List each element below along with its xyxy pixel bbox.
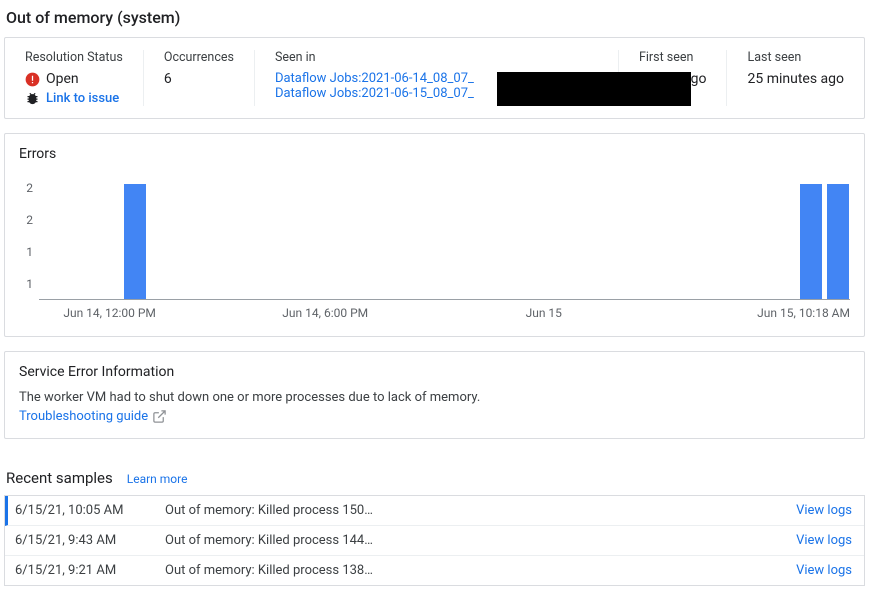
errors-card: Errors 2 2 1 1 Jun 14, 12:00 PM Jun 14, 6:00… [4, 133, 865, 337]
sample-message: Out of memory: Killed process 144… [165, 533, 796, 548]
last-seen-col: Last seen 25 minutes ago [727, 50, 864, 106]
service-error-heading: Service Error Information [19, 364, 850, 380]
status-value: Open [46, 71, 79, 87]
service-error-text: The worker VM had to shut down one or mo… [19, 390, 850, 405]
occurrences-value: 6 [164, 71, 234, 87]
occurrences-col: Occurrences 6 [144, 50, 255, 106]
troubleshooting-guide-label: Troubleshooting guide [19, 409, 148, 424]
occurrences-label: Occurrences [164, 50, 234, 65]
recent-samples-header: Recent samples Learn more [6, 469, 865, 487]
chart-y-tick: 2 [19, 213, 33, 227]
last-seen-label: Last seen [747, 50, 844, 65]
sample-message: Out of memory: Killed process 138… [165, 563, 796, 578]
chart-bar [124, 184, 146, 299]
learn-more-link[interactable]: Learn more [127, 472, 188, 486]
resolution-status-col: Resolution Status Open Link to issue [5, 50, 144, 106]
errors-chart: 2 2 1 1 [19, 172, 850, 300]
chart-bar [800, 184, 822, 299]
service-error-card: Service Error Information The worker VM … [4, 351, 865, 439]
sample-timestamp: 6/15/21, 9:21 AM [15, 563, 165, 578]
errors-title: Errors [19, 146, 850, 162]
external-link-icon [152, 409, 167, 424]
view-logs-link[interactable]: View logs [796, 533, 852, 548]
sample-timestamp: 6/15/21, 10:05 AM [15, 503, 165, 518]
chart-x-axis: Jun 14, 12:00 PM Jun 14, 6:00 PM Jun 15 Jun… [39, 306, 850, 322]
chart-y-tick: 1 [19, 277, 33, 291]
chart-x-tick: Jun 15 [526, 306, 562, 320]
chart-y-tick: 1 [19, 245, 33, 259]
sample-row: 6/15/21, 9:43 AMOut of memory: Killed pr… [5, 526, 864, 556]
view-logs-link[interactable]: View logs [796, 503, 852, 518]
bug-icon [25, 91, 40, 106]
sample-message: Out of memory: Killed process 150… [165, 503, 796, 518]
chart-y-axis: 2 2 1 1 [19, 172, 39, 300]
error-icon [25, 72, 40, 87]
redacted-block [497, 72, 691, 106]
view-logs-link[interactable]: View logs [796, 563, 852, 578]
link-to-issue[interactable]: Link to issue [46, 91, 119, 106]
last-seen-value: 25 minutes ago [747, 71, 844, 87]
page-title: Out of memory (system) [6, 8, 865, 27]
chart-x-tick: Jun 14, 6:00 PM [282, 306, 368, 320]
sample-timestamp: 6/15/21, 9:43 AM [15, 533, 165, 548]
sample-row: 6/15/21, 9:21 AMOut of memory: Killed pr… [5, 556, 864, 585]
recent-samples-heading: Recent samples [6, 469, 113, 487]
first-seen-label: First seen [639, 50, 707, 65]
seen-in-label: Seen in [275, 50, 598, 65]
resolution-status-label: Resolution Status [25, 50, 123, 65]
sample-row: 6/15/21, 10:05 AMOut of memory: Killed p… [5, 496, 864, 526]
recent-samples-list: 6/15/21, 10:05 AMOut of memory: Killed p… [4, 495, 865, 586]
chart-x-tick: Jun 14, 12:00 PM [63, 306, 156, 320]
seen-in-col: Seen in Dataflow Jobs:2021-06-14_08_07_ … [255, 50, 619, 106]
chart-bar [827, 184, 849, 299]
chart-y-tick: 2 [19, 181, 33, 195]
chart-x-tick: Jun 15, 10:18 AM [757, 306, 850, 320]
summary-card: Resolution Status Open Link to issue Occ… [4, 37, 865, 119]
chart-plot-area [39, 172, 850, 300]
troubleshooting-guide-link[interactable]: Troubleshooting guide [19, 409, 167, 424]
